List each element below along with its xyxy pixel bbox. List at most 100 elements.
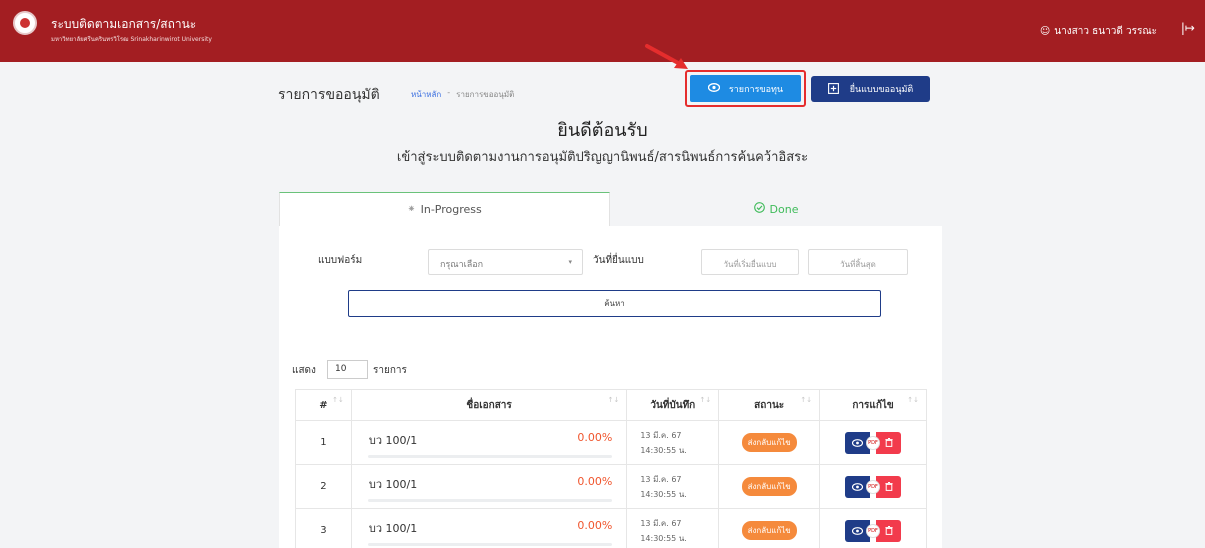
table-header-row: # ↑↓ ชื่อเอกสาร ↑↓ วันที่บันทึก ↑↓ สถานะ ↑↓ …: [295, 389, 927, 421]
user-name: นางสาว ธนาวดี วรรณะ: [1054, 26, 1157, 37]
welcome-heading: ยินดีต้อนรับ: [557, 120, 648, 141]
pdf-icon[interactable]: PDF: [866, 523, 881, 538]
breadcrumb-separator: -: [447, 88, 451, 97]
date-end-input[interactable]: วันที่สิ้นสุด: [808, 249, 908, 275]
page-size-input[interactable]: 10: [327, 360, 368, 379]
column-header-num-label: #: [319, 399, 328, 411]
person-icon: ☺: [1039, 26, 1051, 37]
app-subtitle: มหาวิทยาลัยศรีนครินทรวิโรฒ Srinakharinwi…: [51, 36, 212, 43]
eye-icon: [852, 482, 864, 491]
row-date-cell: 13 มี.ค. 67 14:30:55 น.: [626, 508, 720, 548]
trash-icon: [884, 438, 893, 447]
row-number: 3: [295, 508, 352, 548]
spinner-icon: ⁕: [407, 204, 416, 215]
column-header-date[interactable]: วันที่บันทึก ↑↓: [626, 389, 720, 421]
documents-table: # ↑↓ ชื่อเอกสาร ↑↓ วันที่บันทึก ↑↓ สถานะ ↑↓ …: [295, 389, 927, 548]
row-progress-percent: 0.00%: [577, 431, 613, 444]
row-time: 14:30:55 น.: [640, 533, 687, 543]
university-logo: [13, 11, 37, 35]
row-actions-cell: PDF: [819, 464, 927, 509]
submit-request-label: ยื่นแบบขออนุมัติ: [849, 84, 914, 94]
pdf-icon[interactable]: PDF: [866, 479, 881, 494]
row-progress-percent: 0.00%: [577, 475, 613, 488]
row-status-cell: ส่งกลับแก้ไข: [718, 508, 821, 548]
form-select-value: กรุณาเลือก: [440, 260, 484, 270]
breadcrumb-current: รายการขออนุมัติ: [456, 90, 515, 99]
show-label: แสดง: [292, 365, 316, 376]
eye-icon: [852, 526, 864, 535]
column-header-doc[interactable]: ชื่อเอกสาร ↑↓: [350, 389, 628, 421]
row-date-cell: 13 มี.ค. 67 14:30:55 น.: [626, 464, 720, 509]
page-title: รายการขออนุมัติ: [278, 87, 380, 103]
column-header-num[interactable]: # ↑↓: [295, 389, 352, 421]
user-menu[interactable]: ☺ นางสาว ธนาวดี วรรณะ: [1040, 24, 1157, 39]
pdf-icon[interactable]: PDF: [866, 435, 881, 450]
sort-icon: ↑↓: [699, 396, 712, 404]
row-progress-percent: 0.00%: [577, 519, 613, 532]
annotation-arrow-icon: [645, 44, 688, 69]
request-list-button[interactable]: รายการขอทุน: [690, 75, 801, 102]
row-date: 13 มี.ค. 67: [640, 518, 682, 528]
row-document-name: บว 100/1: [368, 478, 418, 491]
row-document-cell: บว 100/1 0.00%: [350, 508, 628, 548]
row-number: 2: [295, 464, 352, 509]
row-document-name: บว 100/1: [368, 522, 418, 535]
sort-icon: ↑↓: [332, 396, 344, 404]
date-start-placeholder: วันที่เริ่มยื่นแบบ: [723, 260, 777, 269]
date-end-placeholder: วันที่สิ้นสุด: [840, 260, 876, 269]
table-row: 2 บว 100/1 0.00% 13 มี.ค. 67 14:30:55 น.…: [295, 464, 927, 509]
plus-square-icon: [827, 82, 839, 96]
column-header-action-label: การแก้ไข: [852, 399, 894, 411]
eye-icon: [707, 83, 721, 94]
tab-in-progress-label: In-Progress: [420, 203, 482, 216]
top-navbar: ระบบติดตามเอกสาร/สถานะ มหาวิทยาลัยศรีนคร…: [0, 0, 1205, 62]
table-row: 1 บว 100/1 0.00% 13 มี.ค. 67 14:30:55 น.…: [295, 420, 927, 465]
row-status-cell: ส่งกลับแก้ไข: [718, 420, 821, 465]
column-header-status-label: สถานะ: [754, 399, 785, 411]
status-badge: ส่งกลับแก้ไข: [741, 521, 797, 540]
breadcrumb: หน้าหลัก - รายการขออนุมัติ: [411, 88, 514, 101]
search-label: ค้นหา: [604, 299, 625, 308]
status-badge: ส่งกลับแก้ไข: [741, 477, 797, 496]
check-circle-icon: [753, 202, 765, 216]
column-header-doc-label: ชื่อเอกสาร: [466, 399, 512, 411]
row-time: 14:30:55 น.: [640, 489, 687, 499]
form-select[interactable]: กรุณาเลือก ▾: [428, 249, 583, 275]
row-date: 13 มี.ค. 67: [640, 474, 682, 484]
sort-icon: ↑↓: [800, 396, 813, 404]
breadcrumb-home[interactable]: หน้าหลัก: [411, 88, 441, 101]
tab-done[interactable]: Done: [610, 194, 942, 224]
row-progress-bar: [367, 499, 613, 502]
request-list-label: รายการขอทุน: [728, 83, 784, 94]
row-document-cell: บว 100/1 0.00%: [350, 464, 628, 509]
status-badge: ส่งกลับแก้ไข: [741, 433, 797, 452]
column-header-status[interactable]: สถานะ ↑↓: [718, 389, 821, 421]
column-header-date-label: วันที่บันทึก: [650, 399, 696, 411]
sort-icon: ↑↓: [907, 396, 919, 404]
submit-request-button[interactable]: ยื่นแบบขออนุมัติ: [811, 76, 930, 102]
row-progress-bar: [367, 455, 613, 458]
trash-icon: [884, 526, 893, 535]
row-time: 14:30:55 น.: [640, 445, 687, 455]
column-header-action[interactable]: การแก้ไข ↑↓: [819, 389, 927, 421]
search-button[interactable]: ค้นหา: [348, 290, 881, 317]
row-progress-bar: [367, 543, 613, 546]
table-row: 3 บว 100/1 0.00% 13 มี.ค. 67 14:30:55 น.…: [295, 508, 927, 548]
date-start-input[interactable]: วันที่เริ่มยื่นแบบ: [701, 249, 799, 275]
submit-date-label: วันที่ยื่นแบบ: [593, 255, 644, 266]
row-actions-cell: PDF: [819, 420, 927, 465]
tab-done-label: Done: [769, 202, 799, 216]
row-date-cell: 13 มี.ค. 67 14:30:55 น.: [626, 420, 720, 465]
row-status-cell: ส่งกลับแก้ไข: [718, 464, 821, 509]
row-document-cell: บว 100/1 0.00%: [350, 420, 628, 465]
sort-icon: ↑↓: [607, 396, 620, 404]
logout-icon[interactable]: |↦: [1181, 21, 1195, 35]
form-label: แบบฟอร์ม: [318, 255, 363, 266]
row-document-name: บว 100/1: [368, 434, 418, 447]
show-unit-label: รายการ: [373, 365, 407, 376]
chevron-down-icon: ▾: [568, 258, 572, 266]
app-title: ระบบติดตามเอกสาร/สถานะ: [51, 17, 197, 31]
tab-in-progress[interactable]: ⁕ In-Progress: [279, 192, 610, 226]
row-number: 1: [295, 420, 352, 465]
eye-icon: [852, 438, 864, 447]
